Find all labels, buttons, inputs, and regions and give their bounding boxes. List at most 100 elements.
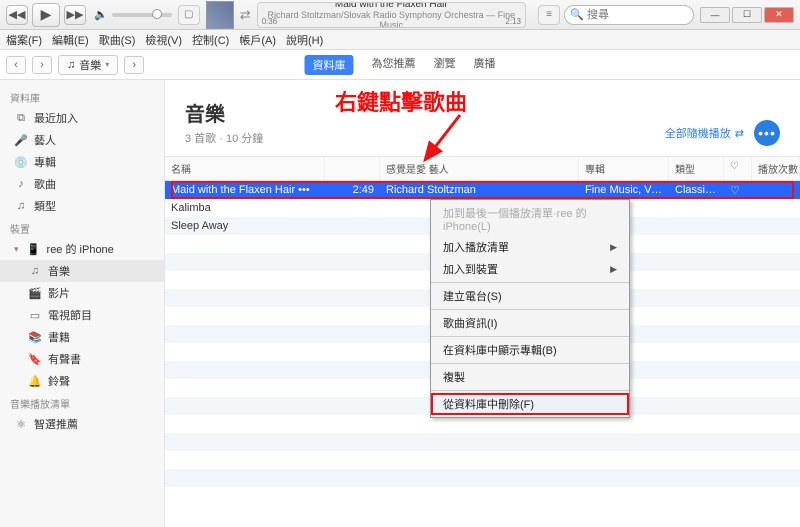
smart-icon: ⚛ — [14, 418, 28, 431]
nav-tab-bar: ‹ › ♫ 音樂 ▾ › 資料庫 為您推薦 瀏覽 廣播 — [0, 50, 800, 80]
ctx-show-album[interactable]: 在資料庫中顯示專輯(B) — [431, 339, 629, 361]
col-genre[interactable]: 類型 — [669, 157, 724, 180]
chevron-down-icon: ▾ — [105, 60, 109, 69]
prev-button[interactable]: ◀◀ — [6, 5, 28, 25]
library-selector-label: 音樂 — [79, 57, 101, 73]
love-icon[interactable]: ♡ — [724, 184, 752, 197]
mic-icon: 🎤 — [14, 134, 28, 147]
context-menu: 加到最後一個播放清單·ree 的 iPhone(L) 加入播放清單▶ 加入到裝置… — [430, 199, 630, 418]
next-button[interactable]: ▶▶ — [64, 5, 86, 25]
tab-browse[interactable]: 瀏覽 — [434, 55, 456, 75]
more-options-button[interactable]: ••• — [754, 120, 780, 146]
shuffle-all-link[interactable]: 全部隨機播放⇄ — [665, 125, 744, 141]
sidebar-section-library: 資料庫 — [0, 86, 164, 107]
col-album[interactable]: 專輯 — [579, 157, 669, 180]
annotation-text: 右鍵點擊歌曲 — [335, 85, 467, 117]
main-panel: 音樂 3 首歌 · 10 分鐘 全部隨機播放⇄ ••• 名稱 感覺是愛 藝人 專… — [165, 80, 800, 527]
menu-view[interactable]: 檢視(V) — [145, 32, 182, 48]
menu-song[interactable]: 歌曲(S) — [99, 32, 136, 48]
play-controls: ◀◀ ▶ ▶▶ — [6, 3, 86, 27]
menu-account[interactable]: 帳戶(A) — [239, 32, 276, 48]
close-button[interactable]: ✕ — [764, 7, 794, 23]
sidebar-item-albums[interactable]: 💿專輯 — [0, 151, 164, 173]
ctx-create-station[interactable]: 建立電台(S) — [431, 285, 629, 307]
bookmark-icon: 🔖 — [28, 353, 42, 366]
ctx-delete-from-library[interactable]: 從資料庫中刪除(F) — [431, 393, 629, 415]
sidebar-item-artists[interactable]: 🎤藝人 — [0, 129, 164, 151]
player-bar: ◀◀ ▶ ▶▶ 🔈 ▢ ⇄ Maid with the Flaxen Hair … — [0, 0, 800, 30]
table-row — [165, 469, 800, 487]
now-playing-display: Maid with the Flaxen Hair Richard Stoltz… — [257, 2, 526, 28]
menu-file[interactable]: 檔案(F) — [6, 32, 42, 48]
sidebar-item-device-books[interactable]: 📚書籍 — [0, 326, 164, 348]
ctx-copy[interactable]: 複製 — [431, 366, 629, 388]
tab-library[interactable]: 資料庫 — [305, 55, 354, 75]
menu-control[interactable]: 控制(C) — [192, 32, 229, 48]
search-area: ≡ 🔍 — [532, 5, 694, 25]
sidebar-item-device-movies[interactable]: 🎬影片 — [0, 282, 164, 304]
sidebar-item-recent[interactable]: ⧉最近加入 — [0, 107, 164, 129]
menu-edit[interactable]: 編輯(E) — [52, 32, 89, 48]
maximize-button[interactable]: ☐ — [732, 7, 762, 23]
list-view-button[interactable]: ≡ — [538, 5, 560, 25]
ctx-song-info[interactable]: 歌曲資訊(I) — [431, 312, 629, 334]
volume-control[interactable]: 🔈 — [94, 8, 172, 21]
sidebar-item-device-tones[interactable]: 🔔鈴聲 — [0, 370, 164, 392]
sidebar-item-device-tv[interactable]: ▭電視節目 — [0, 304, 164, 326]
volume-track[interactable] — [112, 13, 172, 17]
col-love[interactable]: ♡ — [724, 157, 752, 180]
ctx-add-device[interactable]: 加入到裝置▶ — [431, 258, 629, 280]
back-button[interactable]: ‹ — [6, 56, 26, 74]
bell-icon: 🔔 — [28, 375, 42, 388]
submenu-arrow-icon: ▶ — [610, 264, 617, 275]
minimize-button[interactable]: — — [700, 7, 730, 23]
search-icon: 🔍 — [570, 8, 584, 21]
play-button[interactable]: ▶ — [32, 3, 60, 27]
sidebar-item-genres[interactable]: ♫類型 — [0, 195, 164, 217]
col-plays[interactable]: 播放次數 — [752, 157, 800, 180]
sidebar-item-songs[interactable]: ♪歌曲 — [0, 173, 164, 195]
view-options-button[interactable]: › — [124, 56, 144, 74]
tab-radio[interactable]: 廣播 — [474, 55, 496, 75]
music-icon: ♫ — [28, 265, 42, 277]
col-time[interactable] — [325, 157, 380, 180]
disclosure-icon[interactable]: ▾ — [14, 244, 19, 255]
page-title: 音樂 — [185, 98, 263, 127]
submenu-arrow-icon: ▶ — [610, 242, 617, 253]
volume-knob[interactable] — [152, 9, 162, 19]
genre-icon: ♫ — [14, 200, 28, 212]
song-table: Maid with the Flaxen Hair ••• 2:49 Richa… — [165, 181, 800, 527]
separator — [431, 390, 629, 391]
sidebar-section-playlists: 音樂播放清單 — [0, 392, 164, 413]
ctx-add-last: 加到最後一個播放清單·ree 的 iPhone(L) — [431, 202, 629, 236]
separator — [431, 336, 629, 337]
library-selector[interactable]: ♫ 音樂 ▾ — [58, 55, 118, 75]
sidebar-item-device[interactable]: ▾📱ree 的 iPhone — [0, 238, 164, 260]
tab-for-you[interactable]: 為您推薦 — [372, 55, 416, 75]
window-buttons: — ☐ ✕ — [700, 7, 794, 23]
elapsed-time: 0:36 — [262, 17, 278, 26]
table-row — [165, 451, 800, 469]
annotation-arrow — [420, 115, 480, 178]
separator — [431, 309, 629, 310]
airplay-icon[interactable]: ▢ — [178, 5, 200, 25]
shuffle-icon[interactable]: ⇄ — [240, 7, 251, 23]
col-name[interactable]: 名稱 — [165, 157, 325, 180]
film-icon: 🎬 — [28, 287, 42, 300]
sidebar-item-device-audiobooks[interactable]: 🔖有聲書 — [0, 348, 164, 370]
disc-icon: 💿 — [14, 156, 28, 169]
song-icon: ♪ — [14, 178, 28, 190]
tv-icon: ▭ — [28, 309, 42, 322]
phone-icon: 📱 — [27, 243, 41, 256]
forward-button[interactable]: › — [32, 56, 52, 74]
menu-help[interactable]: 說明(H) — [286, 32, 323, 48]
sidebar-item-device-music[interactable]: ♫音樂 — [0, 260, 164, 282]
table-row — [165, 433, 800, 451]
book-icon: 📚 — [28, 331, 42, 344]
ctx-add-playlist[interactable]: 加入播放清單▶ — [431, 236, 629, 258]
table-row[interactable]: Maid with the Flaxen Hair ••• 2:49 Richa… — [165, 181, 800, 199]
sidebar-item-smart-playlist[interactable]: ⚛智選推薦 — [0, 413, 164, 435]
table-header: 名稱 感覺是愛 藝人 專輯 類型 ♡ 播放次數 — [165, 156, 800, 181]
view-tabs: 資料庫 為您推薦 瀏覽 廣播 — [305, 55, 496, 75]
separator — [431, 363, 629, 364]
